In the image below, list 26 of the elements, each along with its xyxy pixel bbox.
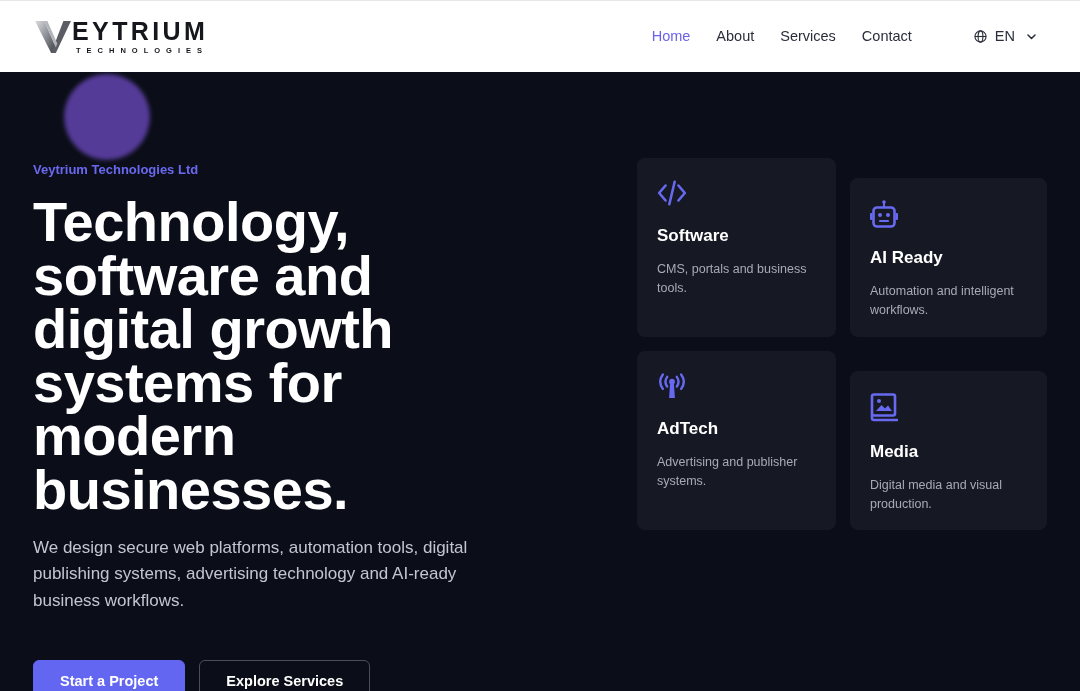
nav-link[interactable]: Services xyxy=(767,25,849,48)
primary-button[interactable]: Start a Project xyxy=(33,660,186,691)
logo-mark-icon xyxy=(35,19,71,54)
outline-button[interactable]: Explore Services xyxy=(199,660,371,691)
caret-icon xyxy=(1027,33,1036,40)
code-icon xyxy=(657,180,687,206)
eyebrow-text: Veytrium Technologies Ltd xyxy=(33,161,200,179)
card-title: Media xyxy=(870,441,920,463)
card-description: CMS, portals and business tools. xyxy=(657,261,808,297)
image-icon xyxy=(870,393,898,422)
robot-icon xyxy=(870,200,898,228)
card-description: Digital media and visual production. xyxy=(870,477,1003,513)
card-title: Software xyxy=(657,225,730,247)
card-title: AI Ready xyxy=(870,247,944,269)
language-dropdown[interactable]: EN xyxy=(973,25,1036,48)
card-description: Automation and intelligent workflows. xyxy=(870,283,1015,319)
nav-link[interactable]: About xyxy=(703,25,768,48)
hero-lead: We design secure web platforms, automation tools, digital publishing systems, advertising technology and AI-ready business workflows. xyxy=(33,536,469,612)
card-title: AdTech xyxy=(657,418,720,440)
globe-icon xyxy=(973,30,987,43)
logo-wordmark: EYTRIUM xyxy=(72,18,209,43)
antenna-icon xyxy=(657,373,687,399)
nav-link[interactable]: Contact xyxy=(848,25,925,48)
card-description: Advertising and publisher systems. xyxy=(657,454,799,490)
nav-link[interactable]: Home xyxy=(638,25,704,48)
hero-heading: Technology, software and digital growth systems for modern businesses. xyxy=(33,195,395,517)
